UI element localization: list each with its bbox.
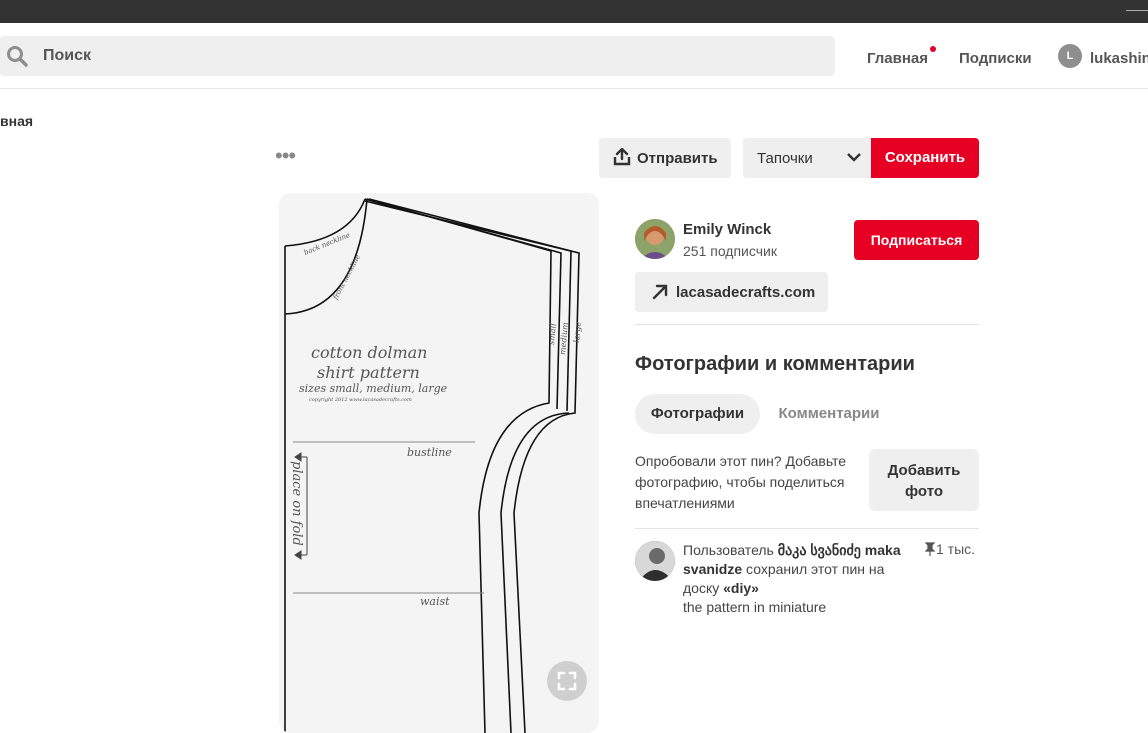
search-icon [7,46,28,67]
add-photo-label: Добавить фото [869,460,979,502]
add-photo-line1: Добавить [887,462,961,479]
divider [635,324,979,325]
author-avatar[interactable] [635,219,675,259]
nav-home[interactable]: Главная [867,46,937,67]
source-link-button[interactable]: lacasadecrafts.com [635,272,828,312]
board-select-value: Тапочки [757,150,813,167]
activity-prefix: Пользователь [683,542,774,558]
search-input[interactable]: Поиск [0,36,835,76]
add-photo-line2: фото [904,483,944,500]
copyright-text: copyright 2012 www.lacasadecrafts.com [309,397,412,403]
more-options-button[interactable]: ••• [275,145,296,167]
breadcrumb[interactable]: вная [0,113,33,129]
activity-description: the pattern in miniature [683,599,827,615]
chevron-down-icon [847,153,861,162]
size-small-text: small [547,322,558,345]
user-avatar[interactable]: L [1058,44,1082,68]
add-photo-button[interactable]: Добавить фото [869,449,979,511]
back-neckline-text: back neckline [303,231,351,257]
expand-button[interactable] [547,661,587,701]
sizes-text: sizes small, medium, large [299,382,448,395]
top-bar-corner-line [1126,10,1148,11]
front-neckline-text: front neckline [331,253,362,301]
saves-count: 1 тыс. [924,541,976,557]
search-placeholder: Поиск [43,47,92,64]
comments-section-title: Фотографии и комментарии [635,353,915,375]
notification-dot [930,46,937,52]
follow-button[interactable]: Подписаться [854,220,979,260]
board-select[interactable]: Тапочки [743,138,871,178]
share-label: Отправить [637,150,718,167]
saves-count-value: 1 тыс. [936,541,976,557]
author-photo [635,219,675,259]
share-button[interactable]: Отправить [599,138,731,178]
expand-icon [557,671,577,691]
activity-user-avatar[interactable] [635,541,675,581]
pin-icon [924,542,936,556]
activity-text: Пользователь მაკა სვანიძე maka svanidze … [683,541,913,617]
header: Поиск Главная Подписки L lukashin [0,24,1148,89]
nav-user-name[interactable]: lukashin [1090,50,1148,67]
size-large-text: large [572,321,583,343]
divider [635,528,979,529]
place-on-fold-text: place on fold [289,461,304,546]
save-button[interactable]: Сохранить [871,138,979,178]
shirt-pattern-drawing: cotton dolman shirt pattern sizes small,… [284,198,583,733]
share-icon [613,148,631,166]
cotton-dolman-text: cotton dolman [311,343,427,362]
author-followers: 251 подписчик [683,243,777,259]
activity-user-photo [635,541,675,581]
waist-text: waist [420,595,450,608]
source-link-label: lacasadecrafts.com [676,284,816,301]
tab-comments[interactable]: Комментарии [770,394,888,434]
pin-image[interactable]: cotton dolman shirt pattern sizes small,… [279,193,599,733]
bustline-text: bustline [407,446,452,459]
tried-pin-text: Опробовали этот пин? Добавьте фотографию… [635,453,847,511]
nav-subscriptions[interactable]: Подписки [959,50,1032,67]
activity-board[interactable]: «diy» [723,580,759,596]
author-name[interactable]: Emily Winck [683,221,771,238]
nav-home-label: Главная [867,50,929,67]
browser-top-bar [0,0,1148,23]
shirt-pattern-text: shirt pattern [317,363,420,382]
tab-photos[interactable]: Фотографии [635,394,760,434]
arrow-up-right-icon [652,284,668,300]
